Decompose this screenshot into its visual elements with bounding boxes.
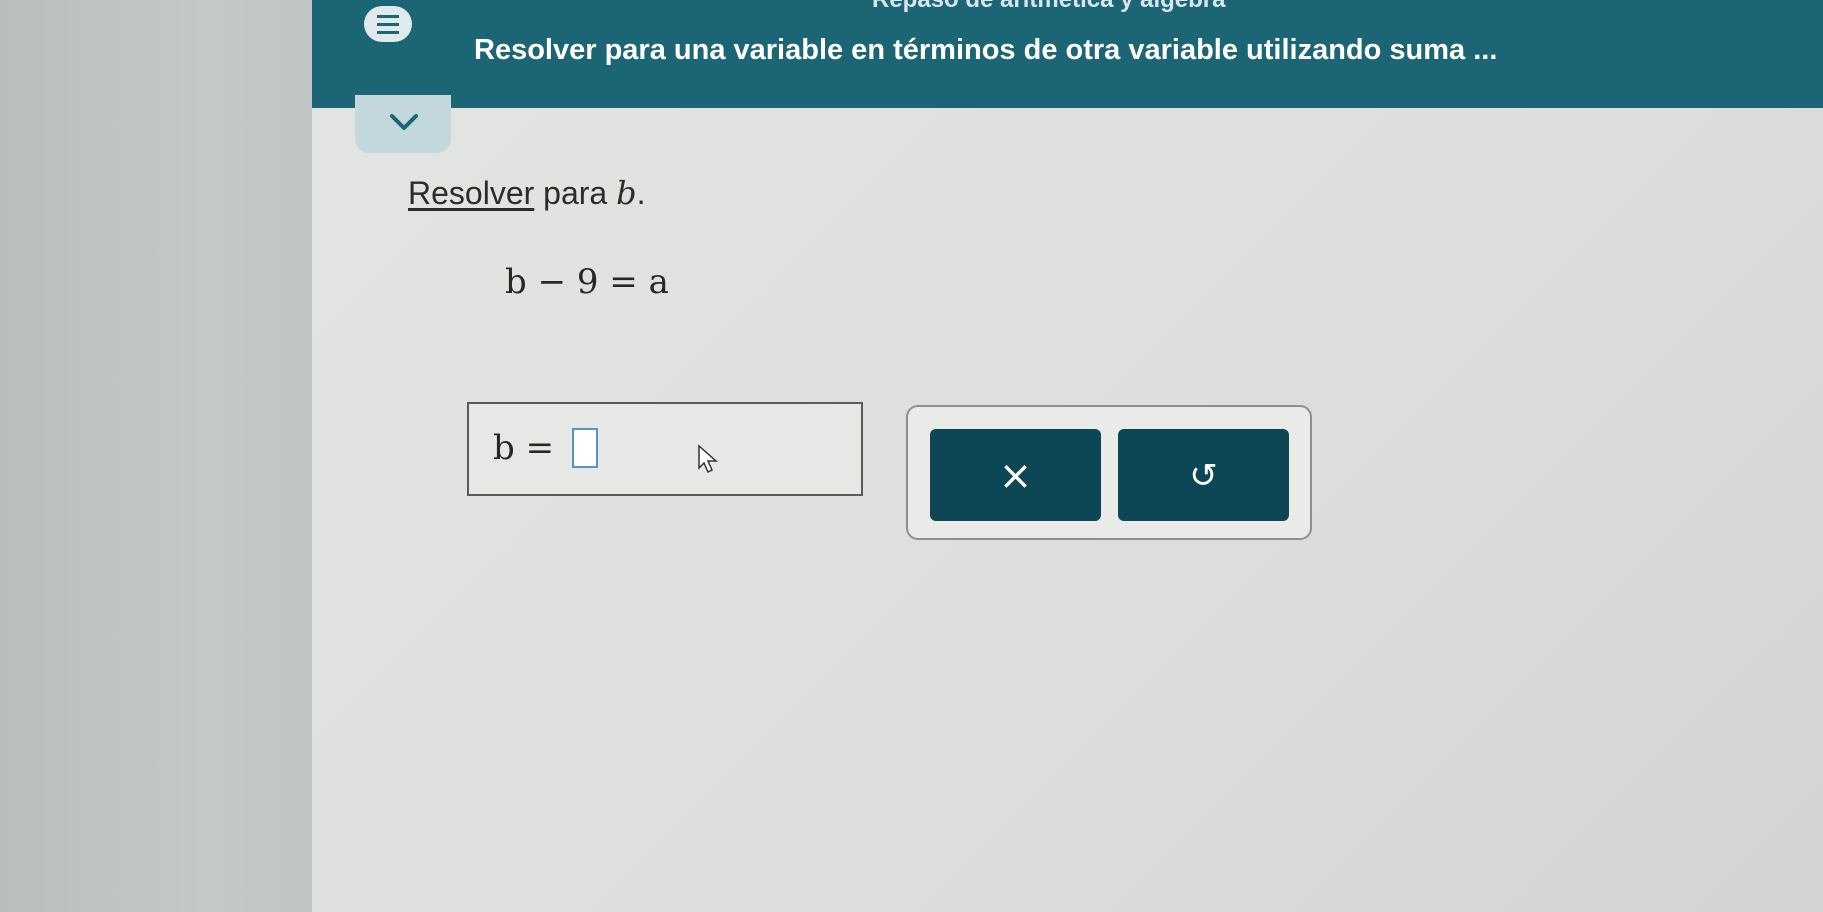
equation: b − 9 = a xyxy=(505,262,669,302)
question-prompt: Resolver para b. xyxy=(408,174,645,212)
answer-input[interactable] xyxy=(572,428,598,468)
answer-box: b = xyxy=(467,402,863,496)
undo-icon: ↺ xyxy=(1189,456,1218,496)
course-title: Repaso de aritmética y álgebra xyxy=(872,0,1225,14)
menu-icon[interactable] xyxy=(364,6,412,42)
clear-button[interactable]: × xyxy=(930,429,1101,521)
mouse-pointer-icon xyxy=(698,444,718,474)
header-bar: Repaso de aritmética y álgebra Resolver … xyxy=(312,0,1823,108)
collapse-button[interactable] xyxy=(355,95,451,153)
question-end: . xyxy=(636,175,646,211)
question-text: para xyxy=(534,175,617,211)
question-verb-link[interactable]: Resolver xyxy=(408,175,534,211)
close-icon: × xyxy=(998,453,1033,499)
undo-button[interactable]: ↺ xyxy=(1118,429,1289,521)
chevron-down-icon xyxy=(390,114,418,130)
left-gutter xyxy=(0,0,345,912)
answer-actions-panel: × ↺ xyxy=(906,405,1312,540)
answer-label: b = xyxy=(493,428,555,468)
question-variable: b xyxy=(616,174,637,212)
topic-title: Resolver para una variable en términos d… xyxy=(474,34,1498,66)
